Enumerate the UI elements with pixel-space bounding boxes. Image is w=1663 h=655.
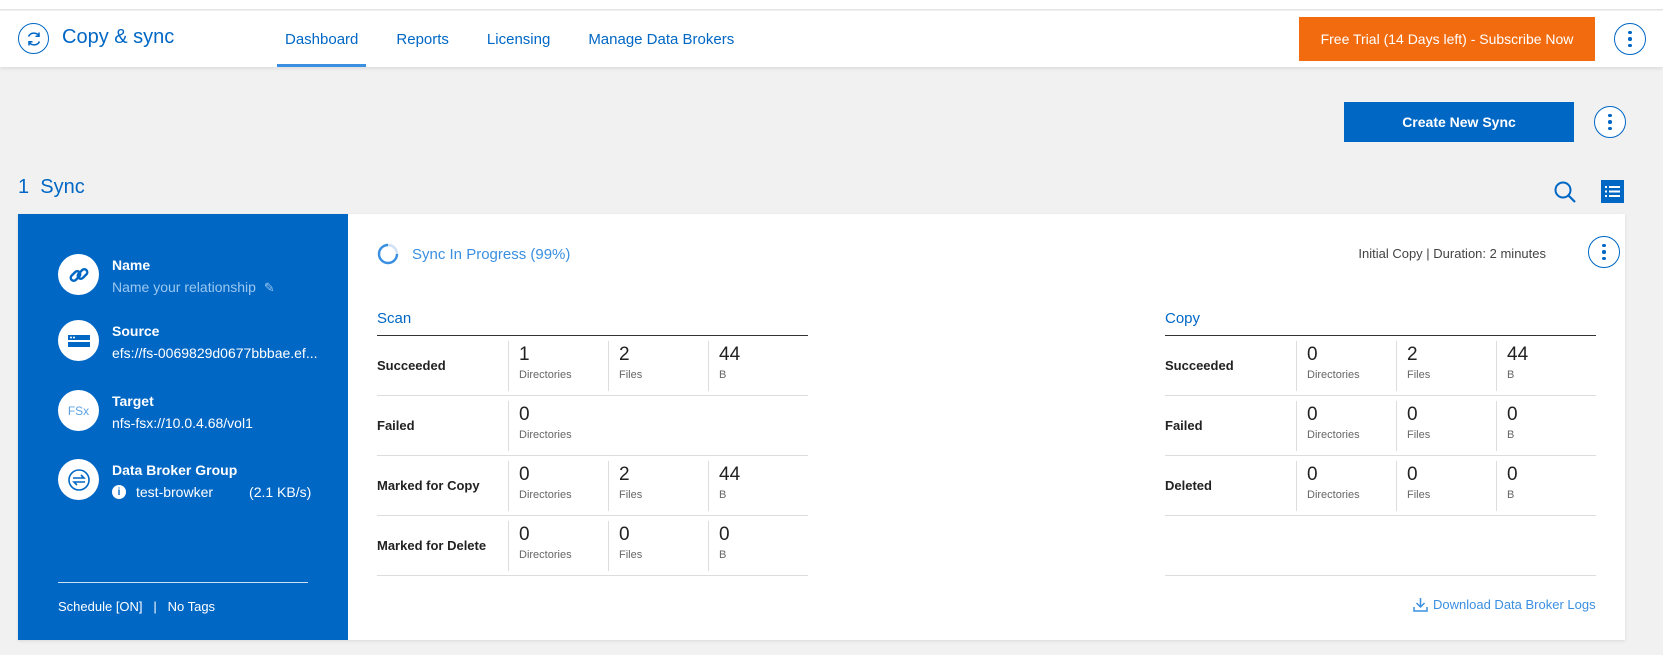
sync-details: Sync In Progress (99%) Initial Copy | Du… xyxy=(348,214,1625,640)
kebab-icon xyxy=(1628,30,1632,48)
scan-table: Succeeded 1 Directories 2 Files 44 B Failed… xyxy=(377,336,808,576)
list-view-icon[interactable] xyxy=(1601,180,1624,203)
progress-spinner-icon xyxy=(377,243,399,265)
data-broker-item: Data Broker Group i test-browker (2.1 KB… xyxy=(58,459,311,500)
schedule-tags-footer: Schedule [ON] | No Tags xyxy=(58,599,216,614)
sidebar-divider xyxy=(58,582,308,583)
table-row: Failed 0 Directories 0 Files 0B xyxy=(1165,396,1596,456)
app-header: Copy & sync Dashboard Reports Licensing … xyxy=(0,11,1663,67)
sync-logo-icon[interactable] xyxy=(18,23,49,54)
info-icon[interactable]: i xyxy=(112,485,126,499)
main-nav: Dashboard Reports Licensing Manage Data … xyxy=(277,11,764,67)
table-row: Marked for Copy 0 Directories 2 Files 44 B xyxy=(377,456,808,516)
source-label: Source xyxy=(112,323,160,339)
target-item: FSx Target nfs-fsx://10.0.4.68/vol1 xyxy=(58,390,253,431)
search-icon[interactable] xyxy=(1553,180,1577,204)
tab-dashboard[interactable]: Dashboard xyxy=(277,11,367,67)
pencil-icon[interactable]: ✎ xyxy=(264,280,275,295)
efs-storage-icon xyxy=(58,320,99,361)
copy-table-spacer xyxy=(1165,516,1596,576)
broker-speed: (2.1 KB/s) xyxy=(249,484,312,500)
sync-count-title: 1 Sync xyxy=(18,176,85,198)
copy-section-title: Copy xyxy=(1165,310,1201,327)
relationship-sidebar: Name Name your relationship ✎ Source efs… xyxy=(18,214,348,640)
relationship-name-field[interactable]: Name your relationship ✎ xyxy=(112,279,275,296)
table-row: Failed 0 Directories xyxy=(377,396,808,456)
target-label: Target xyxy=(112,393,154,409)
scan-section-title: Scan xyxy=(377,310,412,327)
table-row: Deleted 0 Directories 0 Files 0B xyxy=(1165,456,1596,516)
kebab-icon xyxy=(1602,243,1606,261)
tab-manage-data-brokers[interactable]: Manage Data Brokers xyxy=(580,11,742,67)
subscribe-button[interactable]: Free Trial (14 Days left) - Subscribe No… xyxy=(1299,17,1595,61)
app-title: Copy & sync xyxy=(62,26,175,48)
duration-text: Initial Copy | Duration: 2 minutes xyxy=(1358,246,1546,261)
download-logs-link[interactable]: Download Data Broker Logs xyxy=(1413,597,1596,612)
name-label: Name xyxy=(112,257,151,273)
table-row: Succeeded 0 Directories 2 Files 44 B xyxy=(1165,336,1596,396)
relationship-name-placeholder: Name your relationship xyxy=(112,279,256,295)
broker-name: test-browker xyxy=(136,484,214,500)
link-icon xyxy=(58,254,99,295)
fsx-icon: FSx xyxy=(58,390,99,431)
card-menu-button[interactable] xyxy=(1588,236,1620,268)
tab-licensing[interactable]: Licensing xyxy=(479,11,558,67)
page-menu-button[interactable] xyxy=(1594,106,1626,138)
sync-status: Sync In Progress (99%) xyxy=(377,243,570,265)
download-icon xyxy=(1413,598,1428,612)
sync-relationship-card: Name Name your relationship ✎ Source efs… xyxy=(18,214,1625,640)
header-menu-button[interactable] xyxy=(1614,23,1646,55)
kebab-icon xyxy=(1608,113,1612,131)
target-path: nfs-fsx://10.0.4.68/vol1 xyxy=(112,415,253,431)
table-row: Succeeded 1 Directories 2 Files 44 B xyxy=(377,336,808,396)
top-border xyxy=(0,0,1663,10)
tab-reports[interactable]: Reports xyxy=(388,11,457,67)
copy-table: Succeeded 0 Directories 2 Files 44 B Failed… xyxy=(1165,336,1596,576)
source-path: efs://fs-0069829d0677bbbae.ef... xyxy=(112,345,318,361)
create-new-sync-button[interactable]: Create New Sync xyxy=(1344,102,1574,142)
source-item: Source efs://fs-0069829d0677bbbae.ef... xyxy=(58,320,318,361)
name-item: Name Name your relationship ✎ xyxy=(58,254,275,296)
broker-label: Data Broker Group xyxy=(112,462,238,478)
table-row: Marked for Delete 0 Directories 0 Files 0B xyxy=(377,516,808,576)
sync-status-text: Sync In Progress (99%) xyxy=(412,245,571,263)
data-broker-icon xyxy=(58,459,99,500)
